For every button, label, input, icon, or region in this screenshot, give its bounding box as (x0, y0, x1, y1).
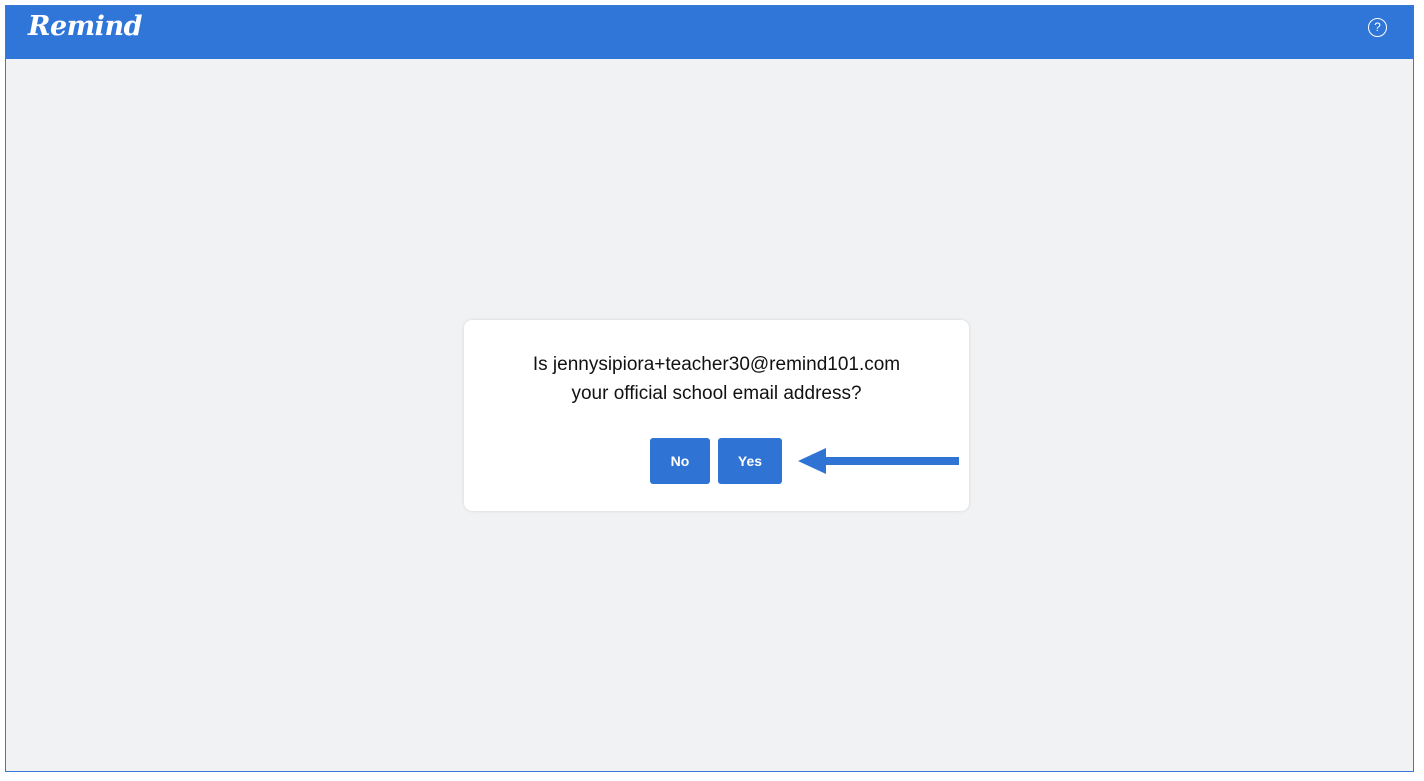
confirmation-question: Is jennysipiora+teacher30@remind101.com … (464, 350, 969, 408)
email-confirmation-dialog: Is jennysipiora+teacher30@remind101.com … (464, 320, 969, 511)
app-window: Remind ? Is jennysipiora+teacher30@remin… (5, 5, 1414, 772)
remind-logo[interactable]: Remind (28, 11, 142, 42)
no-button[interactable]: No (650, 438, 710, 484)
question-line-2: your official school email address? (571, 383, 862, 404)
question-circle-icon[interactable]: ? (1368, 18, 1387, 37)
arrow-left-icon (798, 448, 959, 474)
yes-button[interactable]: Yes (718, 438, 782, 484)
top-header-bar: Remind ? (6, 6, 1413, 59)
question-line-1: Is jennysipiora+teacher30@remind101.com (532, 354, 901, 375)
